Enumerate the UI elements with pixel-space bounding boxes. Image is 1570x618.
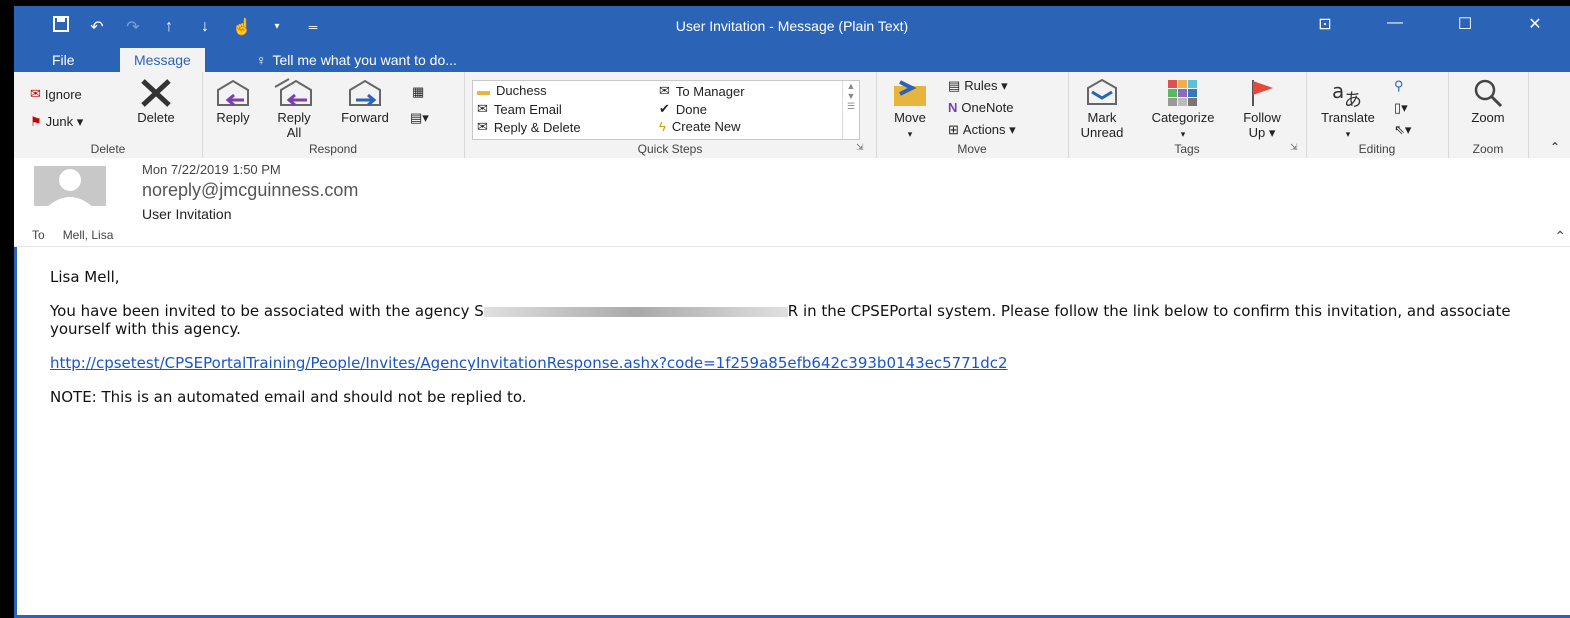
- move-button[interactable]: Move ▾: [884, 78, 936, 140]
- quick-steps-scrollbar[interactable]: ▲ ▼ ☰: [842, 81, 859, 139]
- quick-steps-gallery: ▬ Duchess ✉ To Manager ✉ Team Email ✔ Do…: [472, 80, 860, 140]
- forward-icon: [349, 79, 381, 107]
- quick-step-done[interactable]: ✔ Done: [659, 101, 707, 117]
- sender-address: noreply@jmcguinness.com: [142, 180, 359, 200]
- lightbulb-icon: ♀: [256, 52, 267, 68]
- avatar: [34, 166, 106, 206]
- more-respond-icon[interactable]: ▤▾: [410, 110, 429, 126]
- reply-all-button[interactable]: Reply All: [266, 78, 322, 140]
- title-bar: ↶ ↷ ↑ ↓ ☝ ▾ ═ User Invitation - Message …: [14, 6, 1570, 48]
- respond-group: Reply Reply All Forward ▦ ▤▾ Respond: [202, 72, 465, 158]
- categorize-button[interactable]: Categorize ▾: [1138, 78, 1228, 140]
- checkmark-icon: ✔: [659, 101, 670, 116]
- tell-me-text: Tell me what you want to do...: [272, 52, 457, 68]
- delete-button[interactable]: Delete: [126, 78, 186, 125]
- svg-text:a: a: [1332, 79, 1344, 103]
- find-icon[interactable]: ⚲: [1394, 78, 1404, 94]
- window-controls: ⊡ — ☐ ✕: [1290, 14, 1570, 34]
- junk-icon: ⚑: [30, 114, 42, 129]
- replace-icon[interactable]: ▯▾: [1394, 100, 1408, 116]
- maximize-button[interactable]: ☐: [1430, 14, 1500, 34]
- forward-button[interactable]: Forward: [332, 78, 398, 125]
- rules-button[interactable]: ▤ Rules ▾: [948, 78, 1008, 94]
- actions-button[interactable]: ⊞ Actions ▾: [948, 122, 1016, 138]
- lightning-icon: ϟ: [659, 119, 666, 134]
- follow-up-button[interactable]: Follow Up ▾: [1234, 78, 1290, 141]
- ribbon-display-options-icon[interactable]: ⊡: [1290, 14, 1360, 34]
- ribbon: ✉ Ignore ⚑ Junk ▾ Delete Delete Reply Re…: [14, 72, 1570, 159]
- reply-icon: [217, 79, 249, 107]
- rules-icon: ▤: [948, 78, 961, 93]
- zoom-group-label: Zoom: [1472, 142, 1504, 156]
- folder-icon: ▬: [477, 83, 490, 98]
- message-date: Mon 7/22/2019 1:50 PM: [142, 162, 281, 177]
- move-group-label: Move: [957, 142, 987, 156]
- person-silhouette-icon: [48, 169, 92, 206]
- message-body: Lisa Mell, You have been invited to be a…: [50, 268, 1540, 422]
- quick-step-team-email[interactable]: ✉ Team Email: [477, 101, 562, 117]
- tab-message[interactable]: Message: [120, 48, 205, 72]
- zoom-group: Zoom Zoom: [1448, 72, 1529, 158]
- meeting-icon[interactable]: ▦: [412, 84, 424, 100]
- message-subject: User Invitation: [142, 206, 232, 222]
- zoom-button[interactable]: Zoom: [1458, 78, 1518, 125]
- ignore-icon: ✉: [30, 86, 41, 101]
- team-email-icon: ✉: [477, 101, 488, 116]
- reply-all-icon: [274, 78, 312, 107]
- reply-button[interactable]: Reply: [208, 78, 258, 125]
- onenote-icon: N: [948, 100, 958, 115]
- junk-button[interactable]: ⚑ Junk ▾: [30, 114, 83, 130]
- flag-icon: [1252, 80, 1273, 106]
- editing-group-label: Editing: [1358, 142, 1396, 156]
- magnifier-icon: [1474, 79, 1503, 108]
- categorize-icon: [1168, 80, 1197, 106]
- minimize-button[interactable]: —: [1360, 14, 1430, 34]
- quick-steps-label: Quick Steps: [637, 142, 703, 156]
- tags-group: Mark Unread Categorize ▾ Follow Up ▾ ⇲ Ta…: [1068, 72, 1307, 158]
- mark-unread-icon: [1087, 78, 1117, 105]
- reply-delete-icon: ✉: [477, 119, 488, 134]
- ignore-button[interactable]: ✉ Ignore: [30, 86, 82, 102]
- outlook-message-window: ↶ ↷ ↑ ↓ ☝ ▾ ═ User Invitation - Message …: [14, 6, 1570, 618]
- onenote-button[interactable]: N OneNote: [948, 100, 1013, 115]
- invitation-paragraph: You have been invited to be associated w…: [50, 302, 1511, 338]
- quick-step-reply-delete[interactable]: ✉ Reply & Delete: [477, 119, 581, 135]
- tags-group-label: Tags: [1174, 142, 1200, 156]
- tell-me-box[interactable]: ♀ Tell me what you want to do...: [242, 48, 471, 72]
- collapse-ribbon-icon[interactable]: ⌃: [1550, 140, 1560, 154]
- redacted-agency-name: [483, 306, 788, 317]
- respond-group-label: Respond: [308, 142, 358, 156]
- quick-steps-group: ▬ Duchess ✉ To Manager ✉ Team Email ✔ Do…: [464, 72, 877, 158]
- forward-mail-icon: ✉: [659, 83, 670, 98]
- mark-unread-button[interactable]: Mark Unread: [1074, 78, 1130, 140]
- actions-icon: ⊞: [948, 122, 959, 137]
- collapse-header-icon[interactable]: ⌃: [1554, 228, 1566, 245]
- greeting: Lisa Mell,: [50, 268, 120, 286]
- select-icon[interactable]: ⇖▾: [1394, 122, 1411, 138]
- close-button[interactable]: ✕: [1500, 14, 1570, 34]
- editing-group: aあ Translate ▾ ⚲ ▯▾ ⇖▾ Editing: [1306, 72, 1449, 158]
- move-group: Move ▾ ▤ Rules ▾ N OneNote ⊞ Actions ▾ Mo…: [876, 72, 1069, 158]
- tab-file[interactable]: File: [38, 48, 89, 72]
- automated-note: NOTE: This is an automated email and sho…: [50, 388, 527, 406]
- quick-step-create-new[interactable]: ϟ Create New: [659, 119, 741, 134]
- svg-text:あ: あ: [1344, 90, 1362, 108]
- delete-x-icon: [141, 79, 171, 107]
- confirmation-link[interactable]: http://cpsetest/CPSEPortalTraining/Peopl…: [50, 354, 1008, 372]
- to-label: To: [32, 228, 45, 242]
- translate-button[interactable]: aあ Translate ▾: [1310, 78, 1386, 140]
- translate-icon: aあ: [1332, 79, 1362, 108]
- confirmation-link-paragraph: http://cpsetest/CPSEPortalTraining/Peopl…: [50, 354, 1540, 372]
- recipient-line: To Mell, Lisa: [32, 228, 113, 242]
- move-folder-icon: [894, 80, 926, 106]
- delete-group: ✉ Ignore ⚑ Junk ▾ Delete Delete: [14, 72, 203, 158]
- message-header: Mon 7/22/2019 1:50 PM noreply@jmcguinnes…: [14, 158, 1570, 247]
- recipient-name[interactable]: Mell, Lisa: [63, 228, 114, 242]
- quick-step-to-manager[interactable]: ✉ To Manager: [659, 83, 745, 99]
- delete-group-label: Delete: [90, 142, 126, 156]
- ribbon-tabs: File Message ♀ Tell me what you want to …: [14, 48, 1570, 72]
- quick-step-duchess[interactable]: ▬ Duchess: [477, 83, 547, 98]
